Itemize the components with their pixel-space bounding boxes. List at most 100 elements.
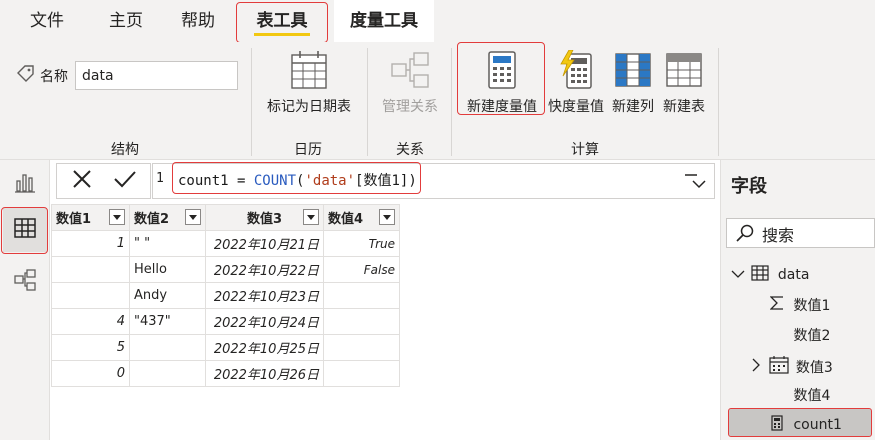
menu-tab-measure-tools[interactable]: 度量工具 [334,0,434,42]
table-cell[interactable]: 2022年10月25日 [205,334,324,361]
new-measure-label: 新建度量值 [467,99,537,115]
table-cell[interactable] [129,334,206,361]
filter-dropdown-icon[interactable] [109,209,125,225]
table-cell[interactable] [323,308,400,335]
mark-as-date-table-button[interactable]: 标记为日期表 [260,44,358,122]
cancel-formula-button[interactable] [57,163,107,198]
table-cell[interactable] [323,282,400,309]
model-icon [13,268,37,296]
menu-tab-table-tools[interactable]: 表工具 [236,0,328,42]
menu-tab-file[interactable]: 文件 [22,0,72,42]
search-icon [736,224,754,246]
column-header-label: 数值4 [328,212,364,227]
table-cell[interactable]: 2022年10月21日 [205,230,324,257]
table-grid-icon [751,265,770,285]
group-label-relations: 关系 [396,142,424,158]
column-header[interactable]: 数值4 [323,204,400,231]
table-cell[interactable]: 1 [51,230,130,257]
table-row: Hello 2022年10月22日 False [51,256,400,283]
fields-search-placeholder: 搜索 [762,226,795,245]
menu-tab-home[interactable]: 主页 [101,0,151,42]
formula-close-paren: ) [408,173,417,189]
ribbon: 名称 结构 标记为日期表 日历 [0,42,875,160]
table-cell[interactable]: 0 [51,360,130,387]
chevron-right-icon [751,358,761,376]
table-cell[interactable]: " " [129,230,206,257]
relations-icon [390,48,430,92]
table-cell[interactable]: 2022年10月24日 [205,308,324,335]
data-table: 数值1 数值2 数值3 数值4 1 " " 2022年10月21日 True H… [51,204,400,387]
field-item-label: 数值2 [793,328,831,344]
quick-measure-button[interactable]: 快度量值 [544,44,608,122]
column-header-label: 数值1 [56,212,92,227]
table-cell[interactable] [129,360,206,387]
field-item-label: 数值4 [793,388,831,404]
table-cell[interactable]: 2022年10月23日 [205,282,324,309]
mark-as-date-table-label: 标记为日期表 [267,99,351,115]
field-item[interactable]: 数值4 [767,385,830,405]
tag-icon [16,64,36,88]
field-item[interactable]: 数值3 [751,355,833,378]
expand-formula-button[interactable] [685,174,711,190]
table-cell[interactable]: False [323,256,400,283]
quick-measure-icon [556,48,596,92]
table-cell[interactable]: True [323,230,400,257]
table-cell[interactable]: 5 [51,334,130,361]
group-label-calculations: 计算 [571,142,599,158]
table-cell[interactable]: Hello [129,256,206,283]
manage-relations-button[interactable]: 管理关系 [376,44,444,122]
field-table-node[interactable]: data [731,265,809,285]
new-measure-button[interactable]: 新建度量值 [460,44,544,122]
table-cell[interactable]: 2022年10月26日 [205,360,324,387]
table-cell[interactable] [51,282,130,309]
formula-text[interactable]: count1 = COUNT('data'[数值1]) [178,170,417,190]
filter-dropdown-icon[interactable] [303,209,319,225]
filter-dropdown-icon[interactable] [379,209,395,225]
table-grid-icon [13,217,37,243]
field-item-count1[interactable]: count1 [767,415,842,435]
data-view-button[interactable] [3,208,47,252]
date-table-icon [289,48,329,92]
table-row: 1 " " 2022年10月21日 True [51,230,400,257]
name-label: 名称 [40,69,68,85]
table-cell[interactable]: "437" [129,308,206,335]
table-cell[interactable] [323,360,400,387]
table-row: 5 2022年10月25日 [51,334,400,361]
filter-dropdown-icon[interactable] [185,209,201,225]
group-label-calendar: 日历 [294,142,322,158]
model-view-button[interactable] [3,260,47,304]
calculator-icon [767,415,787,435]
report-view-button[interactable] [3,162,47,206]
new-column-button[interactable]: 新建列 [608,44,658,122]
column-header[interactable]: 数值2 [129,204,206,231]
table-cell[interactable]: 2022年10月22日 [205,256,324,283]
close-icon [71,168,93,194]
table-header-row: 数值1 数值2 数值3 数值4 [51,204,400,231]
menu-tab-help[interactable]: 帮助 [173,0,223,42]
commit-formula-button[interactable] [105,163,145,198]
table-cell[interactable]: 4 [51,308,130,335]
check-icon [113,169,137,193]
formula-column-ref: [数值1] [355,173,409,189]
group-separator [367,48,368,156]
table-cell[interactable] [323,334,400,361]
view-rail [0,160,50,440]
active-tab-indicator [254,33,310,36]
group-separator [451,48,452,156]
field-table-label: data [777,267,810,283]
table-name-input[interactable] [75,61,238,90]
group-label-structure: 结构 [111,142,139,158]
calendar-icon [769,355,790,378]
column-header[interactable]: 数值1 [51,204,130,231]
field-item[interactable]: 数值1 [767,295,830,315]
column-header[interactable]: 数值3 [205,204,324,231]
field-item[interactable]: 数值2 [767,325,830,345]
new-table-button[interactable]: 新建表 [658,44,710,122]
table-cell[interactable]: Andy [129,282,206,309]
bar-chart-icon [14,171,36,197]
field-item-label: 数值3 [795,359,833,376]
new-column-label: 新建列 [612,99,654,115]
table-cell[interactable] [51,256,130,283]
group-separator [718,48,719,156]
field-item-label: 数值1 [793,298,831,314]
